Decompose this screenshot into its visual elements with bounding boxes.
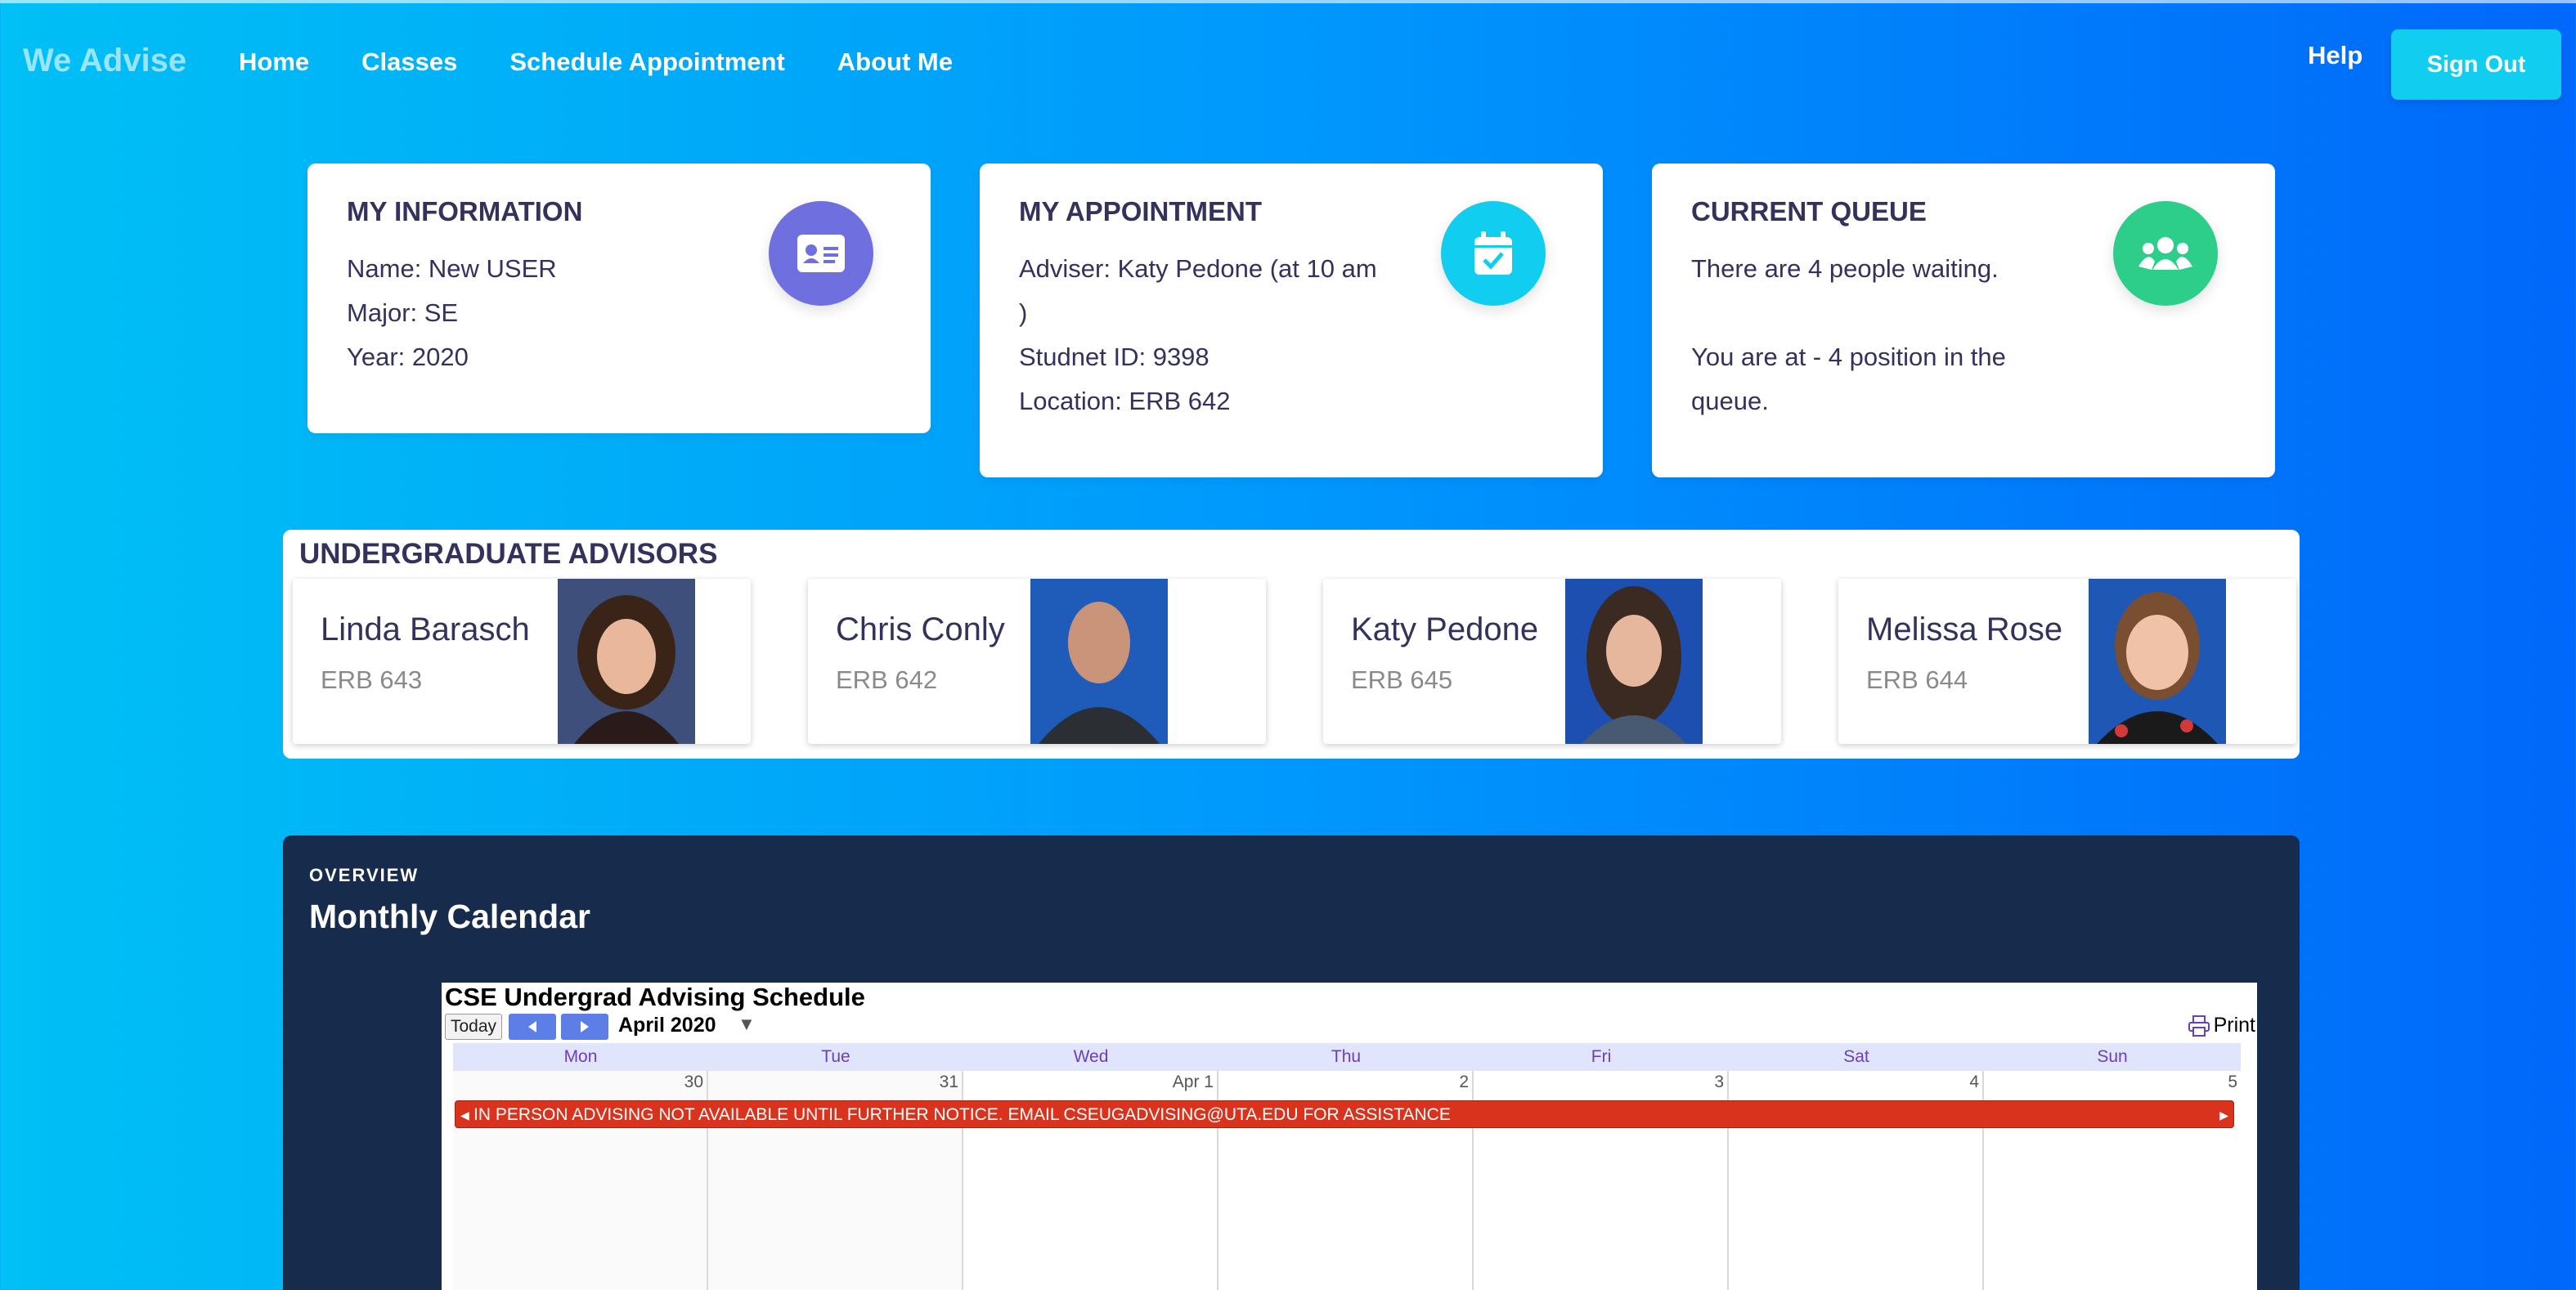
day-number: 2 <box>1459 1073 1469 1091</box>
current-queue-card: CURRENT QUEUE There are 4 people waiting… <box>1652 163 2275 477</box>
brand-logo[interactable]: We Advise <box>23 43 186 79</box>
nav-links: Home Classes Schedule Appointment About … <box>239 47 1005 77</box>
advisor-room: ERB 644 <box>1866 665 1968 694</box>
advisor-card[interactable]: Melissa Rose ERB 644 <box>1838 579 2296 744</box>
prev-month-button[interactable] <box>509 1014 556 1040</box>
undergraduate-advisors-section: UNDERGRADUATE ADVISORS Linda Barasch ERB… <box>283 530 2300 759</box>
advisor-card[interactable]: Katy Pedone ERB 645 <box>1323 579 1781 744</box>
event-continues-right-icon: ▶ <box>2219 1109 2228 1122</box>
advisor-photo <box>1565 579 1703 744</box>
appointment-location: Location: ERB 642 <box>1019 387 1231 415</box>
advisor-name: Melissa Rose <box>1866 611 2063 647</box>
nav-classes[interactable]: Classes <box>361 47 457 77</box>
today-button[interactable]: Today <box>445 1014 502 1040</box>
queue-position-cont: queue. <box>1691 387 1769 415</box>
queue-position: You are at - 4 position in the <box>1691 343 2006 371</box>
event-title: IN PERSON ADVISING NOT AVAILABLE UNTIL F… <box>473 1105 1451 1124</box>
day-number: Apr 1 <box>1172 1073 1214 1091</box>
embedded-calendar: CSE Undergrad Advising Schedule Today Ap… <box>442 983 2257 1290</box>
calendar-check-icon <box>1441 201 1546 306</box>
overview-label: OVERVIEW <box>309 865 420 885</box>
chevron-right-icon <box>581 1021 589 1032</box>
advisor-name: Chris Conly <box>836 611 1005 647</box>
advisor-name: Linda Barasch <box>321 611 530 647</box>
calendar-panel-title: Monthly Calendar <box>309 898 590 935</box>
advisor-name: Katy Pedone <box>1351 611 1539 647</box>
calendar-grid: Mon Tue Wed Thu Fri Sat Sun 30 31 Apr 1 … <box>453 1043 2241 1290</box>
chevron-left-icon <box>528 1021 536 1032</box>
print-button[interactable]: Print <box>2188 1014 2255 1037</box>
advisor-photo <box>2089 579 2226 744</box>
day-header: Thu <box>1331 1047 1362 1066</box>
nav-home[interactable]: Home <box>239 47 309 77</box>
print-label: Print <box>2213 1014 2255 1037</box>
next-month-button[interactable] <box>561 1014 608 1040</box>
id-card-icon <box>769 201 873 306</box>
appointment-student-id: Studnet ID: 9398 <box>1019 343 1209 371</box>
advisor-card[interactable]: Chris Conly ERB 642 <box>808 579 1266 744</box>
navbar: We Advise Home Classes Schedule Appointm… <box>0 0 2576 131</box>
day-header: Sun <box>2097 1047 2128 1066</box>
nav-about-me[interactable]: About Me <box>837 47 953 77</box>
event-continues-left-icon: ◀ <box>460 1109 469 1122</box>
current-month: April 2020 <box>618 1014 716 1037</box>
advisor-room: ERB 642 <box>836 665 938 694</box>
month-dropdown-icon[interactable]: ▼ <box>738 1014 756 1035</box>
day-header: Fri <box>1591 1047 1612 1066</box>
day-number: 31 <box>939 1073 958 1091</box>
advisor-room: ERB 643 <box>321 665 423 694</box>
info-year: Year: 2020 <box>347 343 469 371</box>
advisor-photo <box>558 579 695 744</box>
day-header: Tue <box>821 1047 850 1066</box>
printer-icon <box>2188 1015 2210 1037</box>
advisor-card[interactable]: Linda Barasch ERB 643 <box>293 579 751 744</box>
day-header: Sat <box>1843 1047 1869 1066</box>
my-appointment-card: MY APPOINTMENT Adviser: Katy Pedone (at … <box>980 163 1603 477</box>
section-title: UNDERGRADUATE ADVISORS <box>299 538 718 570</box>
day-header: Mon <box>563 1047 598 1066</box>
calendar-title: CSE Undergrad Advising Schedule <box>445 983 865 1011</box>
advisor-room: ERB 645 <box>1351 665 1453 694</box>
sign-out-button[interactable]: Sign Out <box>2391 29 2561 100</box>
day-number: 5 <box>2228 1073 2237 1091</box>
advisor-photo <box>1030 579 1168 744</box>
day-number: 3 <box>1714 1073 1724 1091</box>
day-number: 4 <box>1969 1073 1979 1091</box>
users-icon <box>2113 201 2218 306</box>
help-link[interactable]: Help <box>2308 41 2363 70</box>
my-information-card: MY INFORMATION Name: New USER Major: SE … <box>307 163 931 433</box>
nav-schedule-appointment[interactable]: Schedule Appointment <box>509 47 784 77</box>
monthly-calendar-panel: OVERVIEW Monthly Calendar CSE Undergrad … <box>283 835 2300 1290</box>
day-header: Wed <box>1073 1047 1109 1066</box>
calendar-event[interactable]: ◀ IN PERSON ADVISING NOT AVAILABLE UNTIL… <box>455 1100 2234 1128</box>
day-number: 30 <box>684 1073 703 1091</box>
